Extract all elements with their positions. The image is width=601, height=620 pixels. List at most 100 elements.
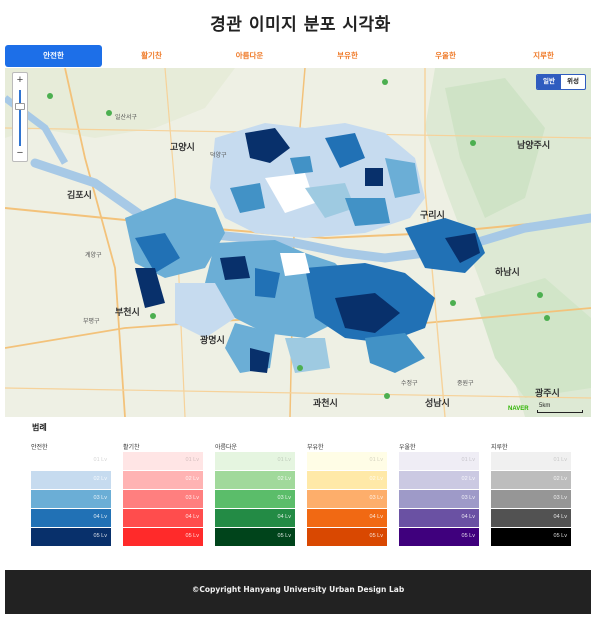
tab-depressing[interactable]: 우울한 xyxy=(397,45,494,67)
legend-swatch: 02 Lv xyxy=(491,471,571,489)
legend-level-label: 04 Lv xyxy=(93,514,107,520)
zoom-in-button[interactable]: + xyxy=(13,74,27,88)
legend-swatch: 03 Lv xyxy=(399,490,479,508)
legend-swatch: 03 Lv xyxy=(215,490,295,508)
legend-level-label: 05 Lv xyxy=(277,533,291,539)
legend-group-label: 안전한 xyxy=(31,445,48,451)
tab-beautiful[interactable]: 아름다운 xyxy=(201,45,298,67)
tab-boring[interactable]: 지루한 xyxy=(495,45,592,67)
footer: ©Copyright Hanyang University Urban Desi… xyxy=(5,570,591,614)
legend-swatch: 04 Lv xyxy=(491,509,571,527)
legend-swatch: 02 Lv xyxy=(307,471,387,489)
legend-level-label: 05 Lv xyxy=(461,533,475,539)
legend-level-label: 04 Lv xyxy=(369,514,383,520)
map-label-jungwon: 중원구 xyxy=(457,381,474,387)
legend-level-label: 02 Lv xyxy=(369,476,383,482)
legend-level-label: 01 Lv xyxy=(369,457,383,463)
tab-wealthy[interactable]: 부유한 xyxy=(299,45,396,67)
legend-title: 범례 xyxy=(32,423,47,432)
legend-level-label: 02 Lv xyxy=(185,476,199,482)
legend-level-label: 03 Lv xyxy=(369,495,383,501)
legend-level-label: 02 Lv xyxy=(461,476,475,482)
tab-lively[interactable]: 활기찬 xyxy=(103,45,200,67)
map-canvas xyxy=(5,68,591,417)
legend-swatch: 05 Lv xyxy=(123,528,203,546)
legend-level-label: 05 Lv xyxy=(553,533,567,539)
tab-safe[interactable]: 안전한 xyxy=(5,45,102,67)
naver-logo[interactable]: NAVER xyxy=(508,406,529,412)
legend-level-label: 04 Lv xyxy=(277,514,291,520)
legend-group-label: 아름다운 xyxy=(215,445,238,451)
legend-level-label: 03 Lv xyxy=(93,495,107,501)
page-title: 경관 이미지 분포 시각화 xyxy=(210,15,391,35)
zoom-slider-track[interactable] xyxy=(19,90,21,146)
map-type-satellite-button[interactable]: 위성 xyxy=(561,75,585,89)
map-label-bucheon: 부천시 xyxy=(115,307,140,317)
map-label-gwangju: 광주시 xyxy=(535,388,560,398)
legend-swatch: 05 Lv xyxy=(491,528,571,546)
legend-swatch: 01 Lv xyxy=(215,452,295,470)
legend-level-label: 03 Lv xyxy=(461,495,475,501)
legend-level-label: 01 Lv xyxy=(277,457,291,463)
copyright-text: ©Copyright Hanyang University Urban Desi… xyxy=(191,585,405,594)
legend-level-label: 05 Lv xyxy=(93,533,107,539)
legend-group-label: 활기찬 xyxy=(123,445,140,451)
map-label-gwacheon: 과천시 xyxy=(313,398,338,408)
legend-swatch: 05 Lv xyxy=(307,528,387,546)
legend-swatch: 01 Lv xyxy=(31,452,111,470)
map-scale-bar xyxy=(537,410,583,413)
legend-swatch: 02 Lv xyxy=(215,471,295,489)
map-label-sujeong: 수정구 xyxy=(401,381,418,387)
map-label-hanam: 하남시 xyxy=(495,267,520,277)
legend-level-label: 02 Lv xyxy=(553,476,567,482)
map-label-namyangju: 남양주시 xyxy=(517,140,551,150)
legend-swatch: 03 Lv xyxy=(123,490,203,508)
legend-level-label: 03 Lv xyxy=(185,495,199,501)
zoom-slider-handle[interactable] xyxy=(15,103,25,110)
legend-level-label: 04 Lv xyxy=(461,514,475,520)
map-label-guri: 구리시 xyxy=(420,210,445,220)
map-type-normal-button[interactable]: 일반 xyxy=(537,75,561,89)
map-label-bupyeong: 부평구 xyxy=(83,319,100,325)
category-tabs: 안전한 활기찬 아름다운 부유한 우울한 지루한 xyxy=(5,45,596,67)
legend-swatch: 03 Lv xyxy=(31,490,111,508)
legend-swatch: 02 Lv xyxy=(31,471,111,489)
map-label-gyeyang: 계양구 xyxy=(85,253,102,259)
legend-group-label: 우울한 xyxy=(399,445,416,451)
legend-swatch: 04 Lv xyxy=(31,509,111,527)
map-label-ilsan: 일산서구 xyxy=(115,115,138,121)
map-label-gwangmyeong: 광명시 xyxy=(200,335,225,345)
legend-swatch: 05 Lv xyxy=(215,528,295,546)
map-label-deogyang: 덕양구 xyxy=(210,153,227,159)
legend-group-label: 지루한 xyxy=(491,445,508,451)
legend-swatch: 04 Lv xyxy=(399,509,479,527)
legend-swatch: 05 Lv xyxy=(31,528,111,546)
legend-level-label: 02 Lv xyxy=(93,476,107,482)
legend-swatch: 01 Lv xyxy=(491,452,571,470)
legend-level-label: 04 Lv xyxy=(185,514,199,520)
legend-level-label: 03 Lv xyxy=(553,495,567,501)
legend-group-label: 부유한 xyxy=(307,445,324,451)
zoom-out-button[interactable]: − xyxy=(13,147,27,161)
legend-swatch: 03 Lv xyxy=(491,490,571,508)
legend-level-label: 01 Lv xyxy=(461,457,475,463)
legend-swatch: 04 Lv xyxy=(307,509,387,527)
legend-level-label: 02 Lv xyxy=(277,476,291,482)
legend-level-label: 01 Lv xyxy=(553,457,567,463)
legend-level-label: 03 Lv xyxy=(277,495,291,501)
legend-level-label: 01 Lv xyxy=(93,457,107,463)
zoom-control: + − xyxy=(12,72,28,162)
legend-swatch: 02 Lv xyxy=(123,471,203,489)
legend-level-label: 01 Lv xyxy=(185,457,199,463)
legend-swatch: 01 Lv xyxy=(123,452,203,470)
map-label-gimpo: 김포시 xyxy=(67,190,92,200)
map-label-goyang: 고양시 xyxy=(170,142,195,152)
choropleth-map[interactable]: 고양시 김포시 구리시 남양주시 하남시 부천시 광명시 과천시 성남시 광주시… xyxy=(5,68,591,417)
legend-level-label: 04 Lv xyxy=(553,514,567,520)
map-scale-label: 5km xyxy=(539,403,551,409)
map-type-toggle: 일반 위성 xyxy=(536,74,586,90)
legend-swatch: 04 Lv xyxy=(123,509,203,527)
legend-level-label: 05 Lv xyxy=(185,533,199,539)
legend-swatch: 01 Lv xyxy=(399,452,479,470)
legend-swatch: 03 Lv xyxy=(307,490,387,508)
